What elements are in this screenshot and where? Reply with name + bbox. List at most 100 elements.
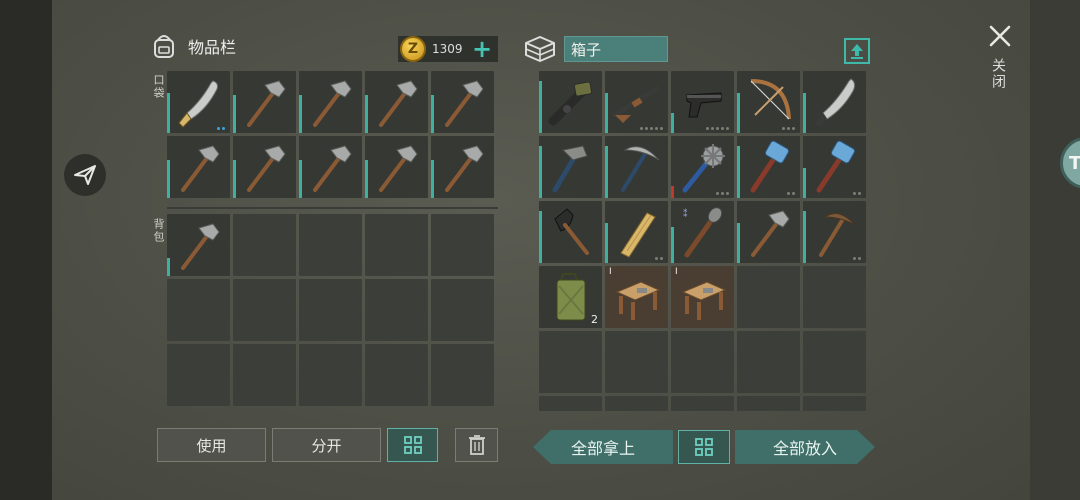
sledgehammer-icon: [750, 140, 790, 193]
empty-slot[interactable]: [605, 331, 668, 393]
empty-slot[interactable]: [737, 331, 800, 393]
delete-button[interactable]: [455, 428, 498, 462]
inventory-slot[interactable]: [365, 71, 428, 133]
inventory-slot[interactable]: [233, 136, 296, 198]
grid-icon: [403, 436, 422, 454]
empty-slot[interactable]: [431, 344, 494, 406]
empty-slot[interactable]: [737, 396, 800, 411]
grid-icon: [695, 438, 713, 456]
put-all-button[interactable]: 全部放入: [735, 430, 875, 464]
pocket-grid: [167, 71, 494, 198]
inventory-slot[interactable]: [299, 136, 362, 198]
pickaxe-icon: [819, 212, 856, 257]
empty-slot[interactable]: [803, 331, 866, 393]
box-slot[interactable]: [737, 71, 800, 133]
jerrycan-icon: [556, 273, 586, 321]
box-slot[interactable]: [539, 201, 602, 263]
box-title: 箱子: [564, 36, 668, 62]
empty-slot[interactable]: [671, 396, 734, 411]
machete-icon: [815, 78, 856, 127]
trash-icon: [468, 435, 485, 455]
spiked-club-icon: [682, 144, 725, 193]
inventory-slot[interactable]: [365, 136, 428, 198]
box-slot[interactable]: [803, 136, 866, 198]
send-icon: [74, 165, 96, 185]
empty-slot[interactable]: [167, 279, 230, 341]
inventory-slot[interactable]: [167, 136, 230, 198]
empty-slot[interactable]: [365, 344, 428, 406]
workbench-icon: [681, 281, 727, 320]
backpack-label: 背包: [152, 218, 165, 244]
stone-axe-icon: [247, 80, 286, 127]
empty-slot[interactable]: [167, 344, 230, 406]
split-button[interactable]: 分开: [272, 428, 381, 462]
empty-slot[interactable]: [605, 396, 668, 411]
close-icon: [989, 25, 1011, 47]
inventory-slot[interactable]: [167, 71, 230, 133]
empty-slot[interactable]: [299, 279, 362, 341]
shovel-icon: [554, 208, 589, 255]
empty-slot[interactable]: [365, 279, 428, 341]
box-slot[interactable]: [737, 136, 800, 198]
inventory-slot[interactable]: [431, 136, 494, 198]
stone-axe-icon: [379, 80, 418, 127]
empty-slot[interactable]: [803, 266, 866, 328]
upload-icon: [851, 44, 863, 59]
item-quantity: 2: [591, 313, 598, 326]
empty-slot[interactable]: [299, 344, 362, 406]
box-slot[interactable]: [605, 201, 668, 263]
empty-slot[interactable]: [299, 214, 362, 276]
box-slot[interactable]: 2: [539, 266, 602, 328]
empty-slot[interactable]: [431, 214, 494, 276]
stone-axe-icon: [313, 80, 352, 127]
sort-inventory-button[interactable]: [387, 428, 438, 462]
hammer-icon: [552, 145, 588, 193]
close-label: 关闭: [990, 58, 1006, 90]
inventory-slot[interactable]: [233, 71, 296, 133]
inventory-slot[interactable]: [431, 71, 494, 133]
box-slot[interactable]: [539, 71, 602, 133]
box-grid: ⁑ 2 I I: [539, 71, 866, 411]
empty-slot[interactable]: [539, 396, 602, 411]
box-slot[interactable]: [803, 201, 866, 263]
box-slot[interactable]: I: [605, 266, 668, 328]
stone-axe-icon: [445, 80, 484, 127]
coin-icon: Z: [400, 36, 426, 62]
use-button[interactable]: 使用: [157, 428, 266, 462]
take-all-button[interactable]: 全部拿上: [533, 430, 673, 464]
empty-slot[interactable]: [431, 279, 494, 341]
box-slot[interactable]: I: [671, 266, 734, 328]
inventory-slot[interactable]: [299, 71, 362, 133]
share-button[interactable]: [64, 154, 106, 196]
empty-slot[interactable]: [233, 279, 296, 341]
empty-slot[interactable]: [737, 266, 800, 328]
stone-axe-icon: [313, 145, 352, 192]
empty-slot[interactable]: [803, 396, 866, 411]
box-slot[interactable]: [737, 201, 800, 263]
screen-edge: [1030, 0, 1080, 500]
sort-box-button[interactable]: [678, 430, 730, 464]
empty-slot[interactable]: [365, 214, 428, 276]
empty-slot[interactable]: [671, 331, 734, 393]
box-slot[interactable]: [605, 71, 668, 133]
sledgehammer-icon: [816, 140, 856, 193]
box-slot[interactable]: [803, 71, 866, 133]
inventory-header: 物品栏: [150, 32, 236, 60]
inventory-slot[interactable]: [167, 214, 230, 276]
stone-axe-icon: [379, 145, 418, 192]
box-slot[interactable]: [539, 136, 602, 198]
empty-slot[interactable]: [233, 214, 296, 276]
box-slot[interactable]: [671, 71, 734, 133]
empty-slot[interactable]: [233, 344, 296, 406]
close-button[interactable]: [986, 22, 1014, 50]
upload-button[interactable]: [844, 38, 870, 64]
add-coins-button[interactable]: +: [472, 37, 492, 61]
box-slot[interactable]: ⁑: [671, 201, 734, 263]
coin-display: Z 1309 +: [398, 36, 498, 62]
side-badge-label: T: [1069, 152, 1080, 174]
pocket-label: 口袋: [152, 74, 165, 100]
box-slot[interactable]: [605, 136, 668, 198]
svg-text:⁑: ⁑: [683, 208, 688, 220]
box-slot[interactable]: [671, 136, 734, 198]
empty-slot[interactable]: [539, 331, 602, 393]
